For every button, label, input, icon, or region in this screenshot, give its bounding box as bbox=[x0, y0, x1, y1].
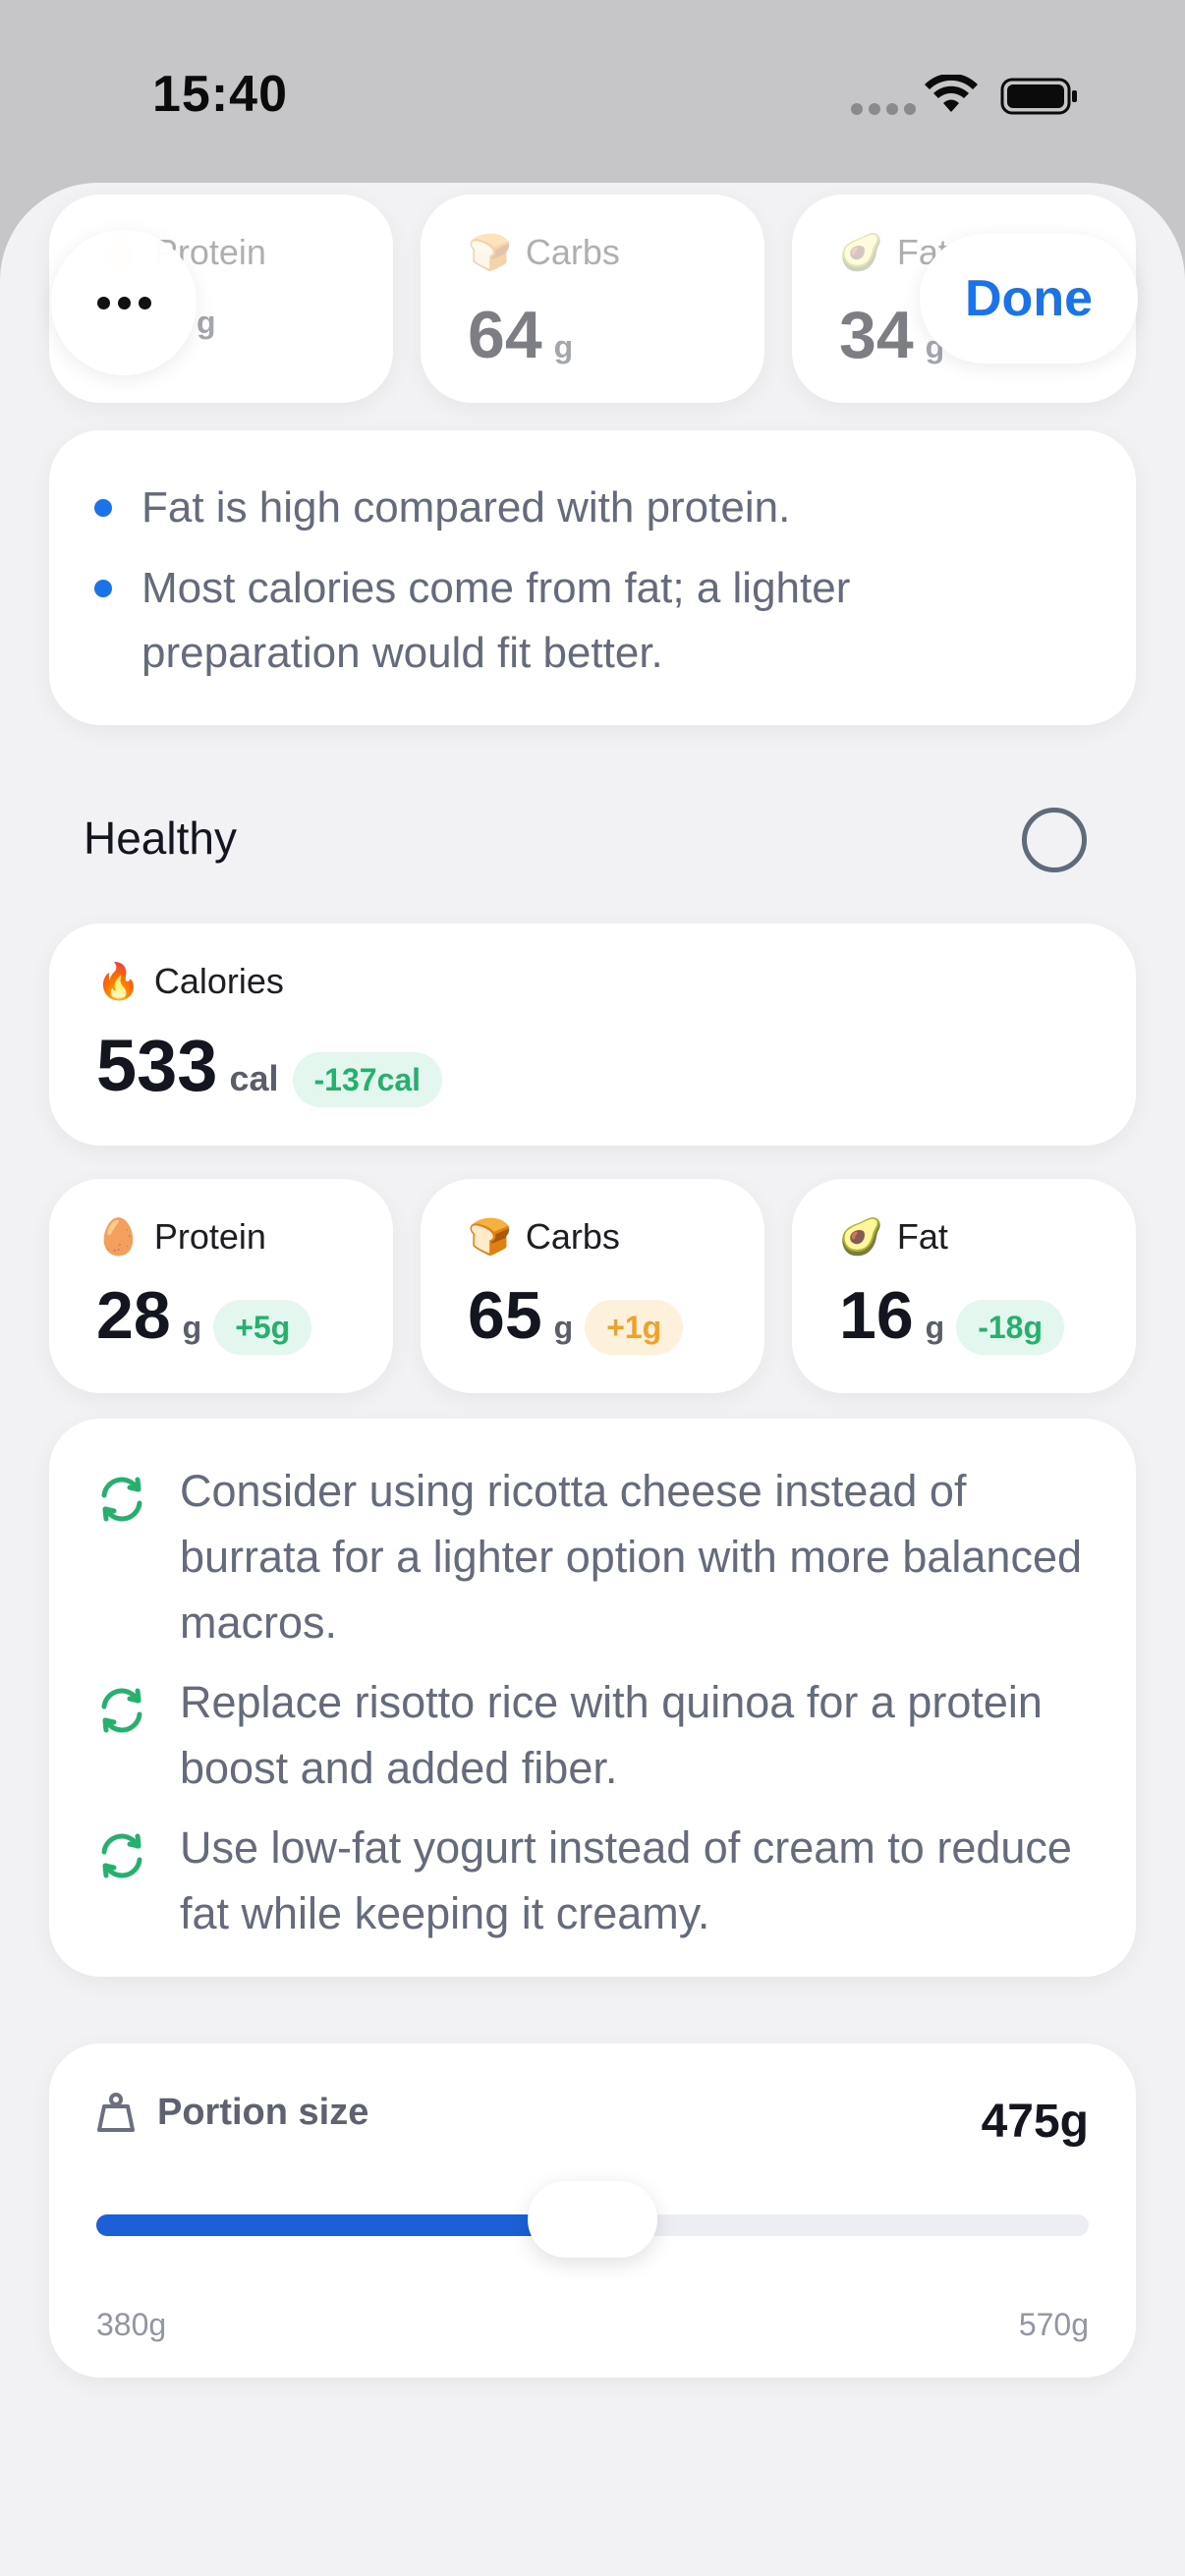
calories-card: 🔥 Calories 533 cal -137cal bbox=[49, 924, 1136, 1146]
status-bar: 15:40 bbox=[0, 0, 1185, 187]
portion-min-label: 380g bbox=[96, 2307, 167, 2342]
avocado-icon: 🥑 bbox=[839, 1216, 883, 1257]
macro-unit: g bbox=[553, 1310, 574, 1345]
calories-value: 533 bbox=[96, 1025, 218, 1106]
cellular-signal-icon bbox=[851, 103, 916, 115]
done-button[interactable]: Done bbox=[920, 234, 1138, 364]
avocado-icon: 🥑 bbox=[839, 232, 883, 272]
portion-slider-fill bbox=[96, 2214, 592, 2236]
macro-card-carbs: 🍞 Carbs 65 g +1g bbox=[421, 1179, 764, 1393]
swap-icon bbox=[101, 1688, 142, 1733]
egg-icon: 🥚 bbox=[96, 1216, 141, 1257]
macro-delta-badge: +1g bbox=[585, 1300, 684, 1355]
macro-unit: g bbox=[182, 1310, 202, 1345]
calories-unit: cal bbox=[229, 1058, 279, 1098]
portion-slider-thumb[interactable] bbox=[528, 2181, 657, 2258]
note-item: Fat is high compared with protein. bbox=[92, 476, 1077, 540]
macro-label: Carbs bbox=[525, 1216, 620, 1257]
bread-icon: 🍞 bbox=[468, 1216, 512, 1257]
bread-icon: 🍞 bbox=[468, 232, 512, 272]
battery-icon bbox=[1000, 78, 1077, 115]
portion-size-label: Portion size bbox=[157, 2091, 369, 2133]
macro-unit: g bbox=[925, 1310, 945, 1345]
bullet-icon bbox=[94, 499, 112, 517]
portion-size-card: Portion size 475g 380g 570g bbox=[49, 2044, 1136, 2378]
macro-value: 16 bbox=[839, 1278, 914, 1353]
top-macro-unit: g bbox=[197, 305, 216, 340]
macro-card-fat: 🥑 Fat 16 g -18g bbox=[792, 1179, 1136, 1393]
more-options-button[interactable] bbox=[51, 230, 197, 375]
macro-label: Fat bbox=[896, 1216, 948, 1257]
scale-weight-icon bbox=[97, 2093, 135, 2132]
macro-label: Protein bbox=[153, 1216, 266, 1257]
top-macro-value: 64 bbox=[468, 298, 542, 372]
calories-label: Calories bbox=[153, 961, 284, 1001]
suggestion-item: Use low-fat yogurt instead of cream to r… bbox=[49, 1815, 1097, 1946]
notes-card: Fat is high compared with protein. Most … bbox=[49, 430, 1136, 725]
macro-value: 28 bbox=[96, 1278, 171, 1353]
macro-value: 65 bbox=[468, 1278, 542, 1353]
wifi-icon bbox=[925, 75, 978, 112]
fire-icon: 🔥 bbox=[96, 961, 141, 1001]
calories-delta-badge: -137cal bbox=[292, 1052, 443, 1107]
suggestion-item: Replace risotto rice with quinoa for a p… bbox=[49, 1669, 1097, 1801]
top-macro-value: 34 bbox=[839, 298, 914, 372]
macro-delta-badge: +5g bbox=[213, 1300, 312, 1355]
macro-delta-badge: -18g bbox=[956, 1300, 1064, 1355]
status-time: 15:40 bbox=[152, 66, 288, 123]
nutrition-sheet: 🥚 Protein g 🍞 Carbs 64 g 🥑 Fat 34 g Done Fat … bbox=[0, 183, 1185, 2576]
portion-max-label: 570g bbox=[1018, 2307, 1089, 2342]
top-macro-unit: g bbox=[553, 329, 574, 364]
healthy-select-radio[interactable] bbox=[1022, 808, 1087, 872]
healthy-option-title: Healthy bbox=[84, 812, 237, 864]
macro-card-protein: 🥚 Protein 28 g +5g bbox=[49, 1179, 393, 1393]
suggestions-card: Consider using ricotta cheese instead of… bbox=[49, 1419, 1136, 1977]
top-macro-card-carbs: 🍞 Carbs 64 g bbox=[421, 195, 764, 403]
note-item: Most calories come from fat; a lighter p… bbox=[92, 556, 1077, 686]
portion-size-value: 475g bbox=[981, 2096, 1089, 2148]
suggestion-item: Consider using ricotta cheese instead of… bbox=[49, 1458, 1097, 1655]
top-macro-label: Carbs bbox=[525, 232, 620, 272]
swap-icon bbox=[101, 1833, 142, 1878]
more-dots-icon bbox=[96, 296, 110, 309]
bullet-icon bbox=[94, 580, 112, 597]
swap-icon bbox=[101, 1477, 142, 1522]
